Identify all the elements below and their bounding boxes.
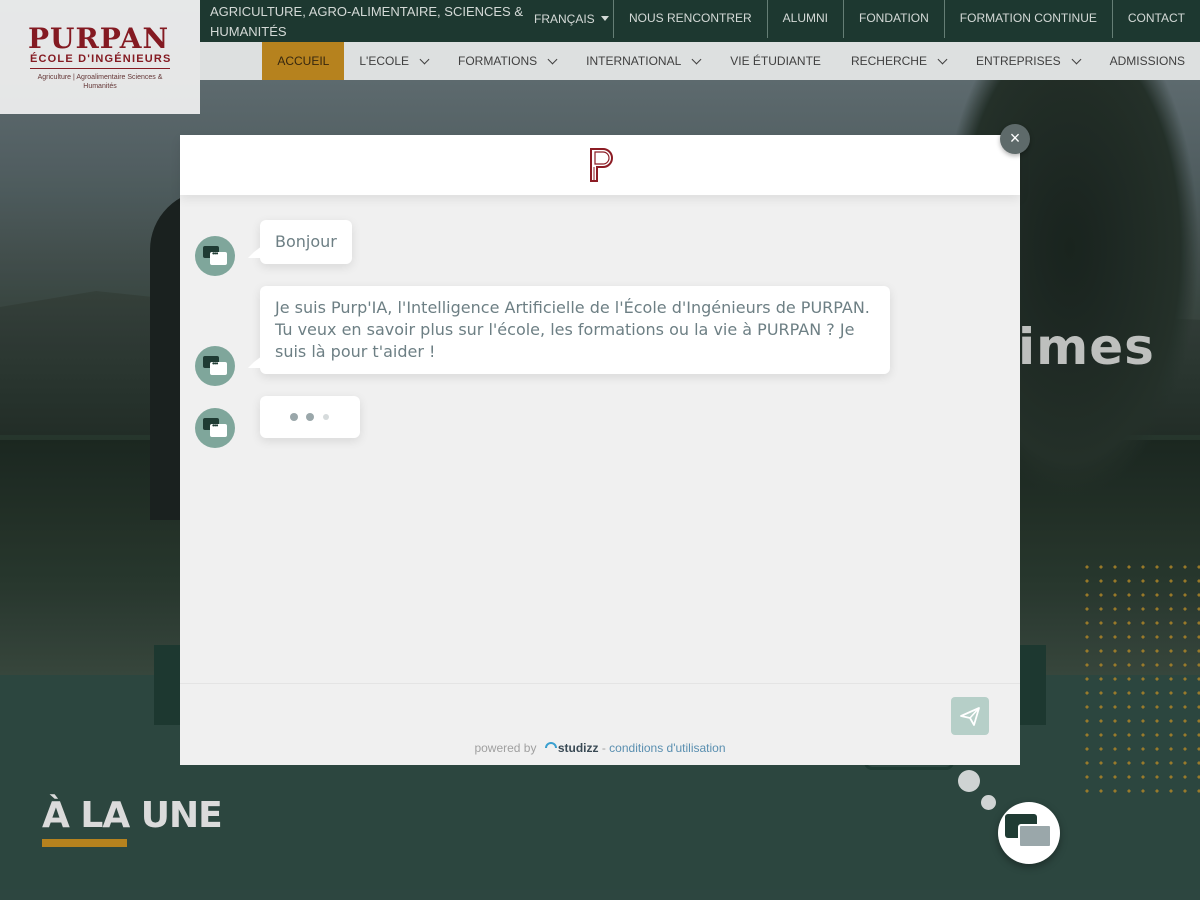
bot-avatar-icon [195, 408, 235, 448]
chat-icon-front [1018, 824, 1052, 848]
bot-avatar-icon [195, 346, 235, 386]
typing-dot [290, 413, 298, 421]
chat-message-bot: Je suis Purp'IA, l'Intelligence Artifici… [248, 286, 890, 374]
powered-by-text: powered by [474, 741, 537, 755]
chat-message-input[interactable] [190, 692, 920, 728]
chat-input-row [180, 683, 1020, 735]
bot-avatar-front [210, 249, 227, 265]
bot-avatar-front [210, 421, 227, 437]
chat-modal-header [180, 135, 1020, 195]
typing-dot [306, 413, 314, 421]
purpan-p-logo-icon [590, 148, 613, 182]
bot-avatar-front [210, 359, 227, 375]
close-chat-button[interactable]: × [1000, 124, 1030, 154]
typing-dot [323, 414, 329, 420]
typing-indicator [260, 396, 360, 438]
powered-by-footer: powered by studizz - conditions d'utilis… [180, 741, 1020, 755]
studizz-brand[interactable]: studizz [558, 741, 599, 755]
terms-link[interactable]: conditions d'utilisation [609, 741, 725, 755]
send-button[interactable] [951, 697, 989, 735]
chat-message-bot: Bonjour [248, 220, 352, 264]
bot-avatar-icon [195, 236, 235, 276]
chat-teaser-dot [958, 770, 980, 792]
chat-modal: Bonjour Je suis Purp'IA, l'Intelligence … [180, 135, 1020, 765]
chat-launcher-button[interactable] [998, 802, 1060, 864]
send-icon [960, 707, 980, 726]
chat-teaser-dot [981, 795, 996, 810]
footer-separator: - [598, 741, 610, 755]
studizz-logo-icon [544, 742, 557, 749]
